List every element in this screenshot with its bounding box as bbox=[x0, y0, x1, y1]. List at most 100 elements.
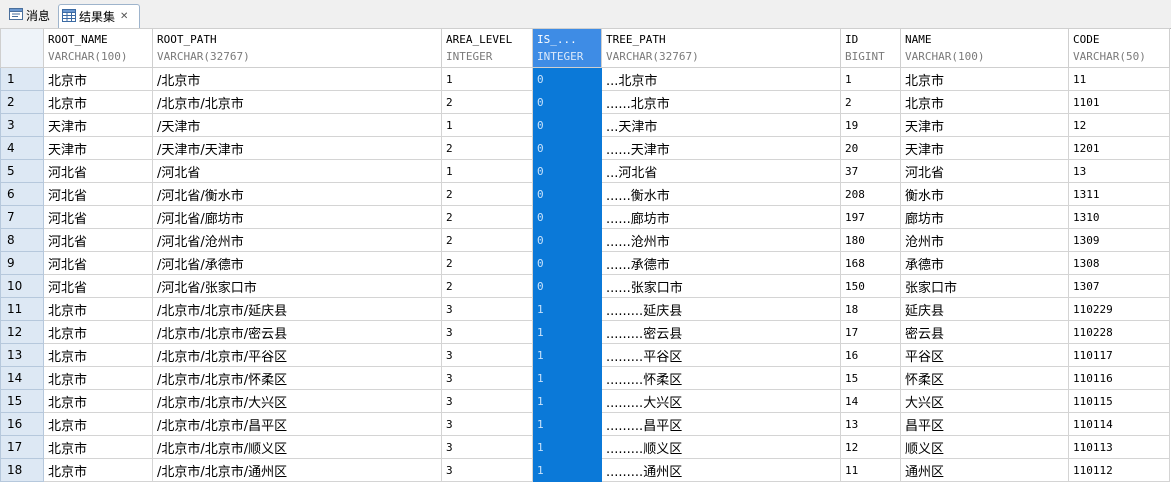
id-cell[interactable]: 150 bbox=[840, 274, 901, 298]
code-cell[interactable]: 1101 bbox=[1068, 90, 1170, 114]
code-cell[interactable]: 110112 bbox=[1068, 458, 1170, 482]
id-cell[interactable]: 180 bbox=[840, 228, 901, 252]
root-name-cell[interactable]: 河北省 bbox=[43, 274, 153, 298]
row-number[interactable]: 16 bbox=[0, 412, 44, 436]
root-path-cell[interactable]: /天津市 bbox=[152, 113, 442, 137]
table-row[interactable]: 9 河北省/河北省/承德市 2 0 ......承德市 168 承德市 1308 bbox=[0, 251, 1170, 275]
area-level-cell[interactable]: 3 bbox=[441, 458, 533, 482]
column-header-root-name[interactable]: ROOT_NAME VARCHAR(100) bbox=[43, 28, 153, 68]
root-path-cell[interactable]: /北京市/北京市/大兴区 bbox=[152, 389, 442, 413]
area-level-cell[interactable]: 2 bbox=[441, 136, 533, 160]
is-cell[interactable]: 0 bbox=[532, 228, 602, 252]
root-name-cell[interactable]: 天津市 bbox=[43, 113, 153, 137]
area-level-cell[interactable]: 3 bbox=[441, 343, 533, 367]
tree-path-cell[interactable]: ......衡水市 bbox=[601, 182, 841, 206]
root-path-cell[interactable]: /北京市/北京市/昌平区 bbox=[152, 412, 442, 436]
root-path-cell[interactable]: /河北省/廊坊市 bbox=[152, 205, 442, 229]
row-number[interactable]: 2 bbox=[0, 90, 44, 114]
table-row[interactable]: 13 北京市/北京市/北京市/平谷区 3 1 .........平谷区 16 平谷区 1101… bbox=[0, 343, 1170, 367]
table-row[interactable]: 6 河北省/河北省/衡水市 2 0 ......衡水市 208 衡水市 1311 bbox=[0, 182, 1170, 206]
root-name-cell[interactable]: 河北省 bbox=[43, 182, 153, 206]
area-level-cell[interactable]: 1 bbox=[441, 159, 533, 183]
root-path-cell[interactable]: /北京市/北京市/延庆县 bbox=[152, 297, 442, 321]
code-cell[interactable]: 11 bbox=[1068, 67, 1170, 91]
root-name-cell[interactable]: 河北省 bbox=[43, 205, 153, 229]
table-row[interactable]: 16 北京市/北京市/北京市/昌平区 3 1 .........昌平区 13 昌平区 1101… bbox=[0, 412, 1170, 436]
row-number[interactable]: 12 bbox=[0, 320, 44, 344]
row-number[interactable]: 11 bbox=[0, 297, 44, 321]
tree-path-cell[interactable]: .........大兴区 bbox=[601, 389, 841, 413]
is-cell[interactable]: 1 bbox=[532, 297, 602, 321]
column-header-root-path[interactable]: ROOT_PATH VARCHAR(32767) bbox=[152, 28, 442, 68]
column-header-name[interactable]: NAME VARCHAR(100) bbox=[900, 28, 1069, 68]
root-name-cell[interactable]: 天津市 bbox=[43, 136, 153, 160]
tree-path-cell[interactable]: .........通州区 bbox=[601, 458, 841, 482]
column-header-tree-path[interactable]: TREE_PATH VARCHAR(32767) bbox=[601, 28, 841, 68]
is-cell[interactable]: 0 bbox=[532, 251, 602, 275]
table-row[interactable]: 4 天津市/天津市/天津市 2 0 ......天津市 20 天津市 1201 bbox=[0, 136, 1170, 160]
code-cell[interactable]: 1307 bbox=[1068, 274, 1170, 298]
row-number[interactable]: 18 bbox=[0, 458, 44, 482]
root-name-cell[interactable]: 北京市 bbox=[43, 412, 153, 436]
is-cell[interactable]: 1 bbox=[532, 320, 602, 344]
tree-path-cell[interactable]: .........顺义区 bbox=[601, 435, 841, 459]
root-name-cell[interactable]: 北京市 bbox=[43, 343, 153, 367]
tree-path-cell[interactable]: ......天津市 bbox=[601, 136, 841, 160]
name-cell[interactable]: 衡水市 bbox=[900, 182, 1069, 206]
area-level-cell[interactable]: 3 bbox=[441, 366, 533, 390]
id-cell[interactable]: 15 bbox=[840, 366, 901, 390]
code-cell[interactable]: 110114 bbox=[1068, 412, 1170, 436]
name-cell[interactable]: 北京市 bbox=[900, 90, 1069, 114]
code-cell[interactable]: 110115 bbox=[1068, 389, 1170, 413]
id-cell[interactable]: 37 bbox=[840, 159, 901, 183]
root-path-cell[interactable]: /天津市/天津市 bbox=[152, 136, 442, 160]
row-number[interactable]: 7 bbox=[0, 205, 44, 229]
code-cell[interactable]: 110228 bbox=[1068, 320, 1170, 344]
is-cell[interactable]: 0 bbox=[532, 159, 602, 183]
root-name-cell[interactable]: 北京市 bbox=[43, 389, 153, 413]
area-level-cell[interactable]: 3 bbox=[441, 412, 533, 436]
tree-path-cell[interactable]: ...天津市 bbox=[601, 113, 841, 137]
id-cell[interactable]: 16 bbox=[840, 343, 901, 367]
table-row[interactable]: 2 北京市/北京市/北京市 2 0 ......北京市 2 北京市 1101 bbox=[0, 90, 1170, 114]
column-header-is[interactable]: IS_... INTEGER bbox=[532, 28, 602, 68]
row-number[interactable]: 1 bbox=[0, 67, 44, 91]
root-name-cell[interactable]: 河北省 bbox=[43, 159, 153, 183]
table-row[interactable]: 3 天津市/天津市 1 0 ...天津市 19 天津市 12 bbox=[0, 113, 1170, 137]
name-cell[interactable]: 大兴区 bbox=[900, 389, 1069, 413]
root-path-cell[interactable]: /河北省 bbox=[152, 159, 442, 183]
table-row[interactable]: 11 北京市/北京市/北京市/延庆县 3 1 .........延庆县 18 延庆县 1102… bbox=[0, 297, 1170, 321]
name-cell[interactable]: 怀柔区 bbox=[900, 366, 1069, 390]
root-name-cell[interactable]: 北京市 bbox=[43, 90, 153, 114]
table-row[interactable]: 14 北京市/北京市/北京市/怀柔区 3 1 .........怀柔区 15 怀柔区 1101… bbox=[0, 366, 1170, 390]
tree-path-cell[interactable]: ......张家口市 bbox=[601, 274, 841, 298]
tree-path-cell[interactable]: .........怀柔区 bbox=[601, 366, 841, 390]
root-name-cell[interactable]: 北京市 bbox=[43, 67, 153, 91]
is-cell[interactable]: 0 bbox=[532, 205, 602, 229]
row-number[interactable]: 17 bbox=[0, 435, 44, 459]
is-cell[interactable]: 0 bbox=[532, 274, 602, 298]
table-row[interactable]: 17 北京市/北京市/北京市/顺义区 3 1 .........顺义区 12 顺义区 1101… bbox=[0, 435, 1170, 459]
row-number[interactable]: 9 bbox=[0, 251, 44, 275]
name-cell[interactable]: 河北省 bbox=[900, 159, 1069, 183]
code-cell[interactable]: 1309 bbox=[1068, 228, 1170, 252]
row-number[interactable]: 14 bbox=[0, 366, 44, 390]
row-number[interactable]: 15 bbox=[0, 389, 44, 413]
name-cell[interactable]: 平谷区 bbox=[900, 343, 1069, 367]
table-row[interactable]: 8 河北省/河北省/沧州市 2 0 ......沧州市 180 沧州市 1309 bbox=[0, 228, 1170, 252]
name-cell[interactable]: 延庆县 bbox=[900, 297, 1069, 321]
name-cell[interactable]: 承德市 bbox=[900, 251, 1069, 275]
root-path-cell[interactable]: /北京市/北京市/平谷区 bbox=[152, 343, 442, 367]
area-level-cell[interactable]: 2 bbox=[441, 90, 533, 114]
root-path-cell[interactable]: /河北省/张家口市 bbox=[152, 274, 442, 298]
name-cell[interactable]: 北京市 bbox=[900, 67, 1069, 91]
is-cell[interactable]: 1 bbox=[532, 458, 602, 482]
tree-path-cell[interactable]: ...河北省 bbox=[601, 159, 841, 183]
tree-path-cell[interactable]: .........昌平区 bbox=[601, 412, 841, 436]
id-cell[interactable]: 2 bbox=[840, 90, 901, 114]
root-path-cell[interactable]: /河北省/承德市 bbox=[152, 251, 442, 275]
root-name-cell[interactable]: 北京市 bbox=[43, 458, 153, 482]
table-row[interactable]: 18 北京市/北京市/北京市/通州区 3 1 .........通州区 11 通州区 1101… bbox=[0, 458, 1170, 482]
table-row[interactable]: 7 河北省/河北省/廊坊市 2 0 ......廊坊市 197 廊坊市 1310 bbox=[0, 205, 1170, 229]
table-row[interactable]: 10 河北省/河北省/张家口市 2 0 ......张家口市 150 张家口市 1307 bbox=[0, 274, 1170, 298]
